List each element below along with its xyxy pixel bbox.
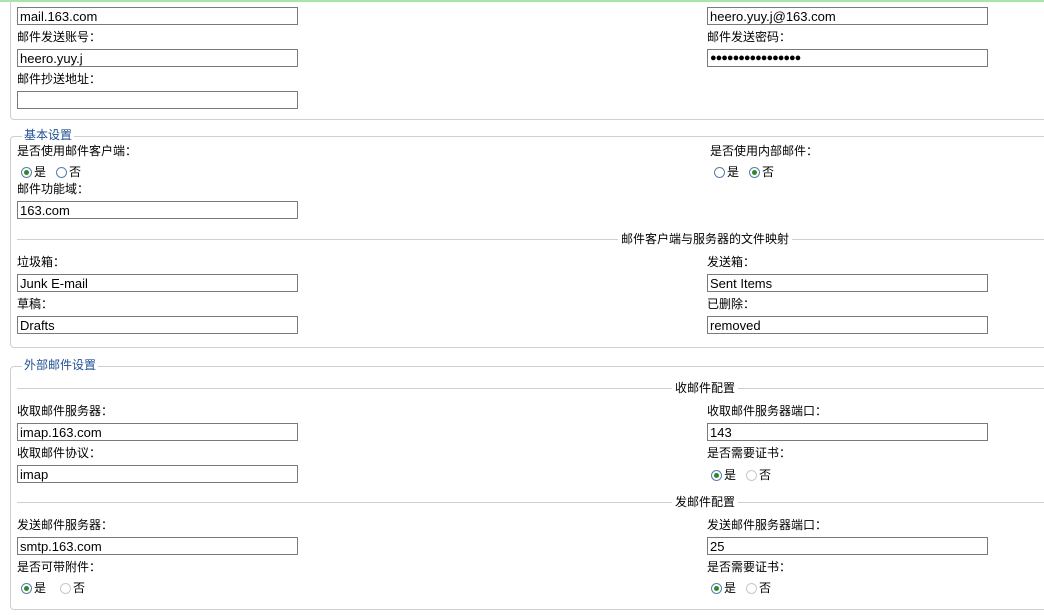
use-internal-radio-group: 是 否 xyxy=(714,165,778,179)
receive-cert-no-label: 否 xyxy=(759,468,772,482)
use-client-label: 是否使用邮件客户端： xyxy=(17,144,138,158)
receive-cert-yes-option[interactable]: 是 xyxy=(711,468,736,482)
drafts-folder-input[interactable] xyxy=(17,316,298,334)
mail-domain-input[interactable] xyxy=(17,201,298,219)
receive-port-label: 收取邮件服务器端口： xyxy=(707,404,828,418)
send-port-label: 发送邮件服务器端口： xyxy=(707,518,828,532)
radio-checked-icon xyxy=(749,166,761,178)
external-settings-legend: 外部邮件设置 xyxy=(22,358,99,372)
send-server-label: 发送邮件服务器： xyxy=(17,518,114,532)
receive-cert-label: 是否需要证书： xyxy=(707,446,792,460)
receive-port-input[interactable] xyxy=(707,423,988,441)
cc-address-input[interactable] xyxy=(17,91,298,109)
use-client-yes-label: 是 xyxy=(34,165,47,179)
smtp-host-input[interactable] xyxy=(17,7,298,25)
mapping-title: 邮件客户端与服务器的文件映射 xyxy=(618,232,793,246)
send-cert-no-label: 否 xyxy=(759,581,772,595)
mapping-separator xyxy=(17,239,1044,240)
sender-email-input[interactable] xyxy=(707,7,988,25)
use-client-yes-option[interactable]: 是 xyxy=(21,165,46,179)
use-internal-yes-label: 是 xyxy=(727,165,740,179)
external-settings-fieldset xyxy=(10,366,1044,610)
attach-no-option[interactable]: 否 xyxy=(60,581,85,595)
radio-unchecked-icon xyxy=(746,469,758,481)
receive-cert-yes-label: 是 xyxy=(724,468,737,482)
send-password-input[interactable] xyxy=(707,49,988,67)
attach-yes-option[interactable]: 是 xyxy=(21,581,46,595)
receive-protocol-input[interactable] xyxy=(17,465,298,483)
radio-checked-icon xyxy=(711,582,722,594)
radio-unchecked-icon xyxy=(56,166,68,178)
send-separator xyxy=(17,502,1044,503)
radio-unchecked-icon xyxy=(746,582,758,594)
send-server-input[interactable] xyxy=(17,537,298,555)
attach-no-label: 否 xyxy=(73,581,86,595)
radio-checked-icon xyxy=(711,469,722,481)
sent-label: 发送箱： xyxy=(707,255,756,269)
drafts-label: 草稿： xyxy=(17,297,54,311)
radio-unchecked-icon xyxy=(60,582,72,594)
send-account-input[interactable] xyxy=(17,49,298,67)
send-config-title: 发邮件配置 xyxy=(672,495,739,509)
junk-folder-input[interactable] xyxy=(17,274,298,292)
receive-server-input[interactable] xyxy=(17,423,298,441)
use-client-no-label: 否 xyxy=(69,165,82,179)
send-port-input[interactable] xyxy=(707,537,988,555)
radio-checked-icon xyxy=(21,582,32,594)
receive-cert-no-option[interactable]: 否 xyxy=(746,468,771,482)
send-cert-label: 是否需要证书： xyxy=(707,560,792,574)
send-cert-yes-label: 是 xyxy=(724,581,737,595)
receive-protocol-label: 收取邮件协议： xyxy=(17,446,102,460)
sent-folder-input[interactable] xyxy=(707,274,988,292)
attach-label: 是否可带附件： xyxy=(17,560,102,574)
use-client-no-option[interactable]: 否 xyxy=(56,165,81,179)
send-cert-yes-option[interactable]: 是 xyxy=(711,581,736,595)
use-internal-no-label: 否 xyxy=(762,165,775,179)
send-password-label: 邮件发送密码： xyxy=(707,30,792,44)
send-cert-no-option[interactable]: 否 xyxy=(746,581,771,595)
receive-config-title: 收邮件配置 xyxy=(672,381,739,395)
use-internal-yes-option[interactable]: 是 xyxy=(714,165,739,179)
send-cert-radio-group: 是 否 xyxy=(711,581,775,595)
deleted-label: 已删除： xyxy=(707,297,756,311)
mail-domain-label: 邮件功能域： xyxy=(17,182,90,196)
junk-label: 垃圾箱： xyxy=(17,255,66,269)
attach-radio-group: 是 否 xyxy=(21,581,89,595)
send-account-label: 邮件发送账号： xyxy=(17,30,102,44)
receive-server-label: 收取邮件服务器： xyxy=(17,404,114,418)
radio-unchecked-icon xyxy=(714,166,725,178)
receive-separator xyxy=(17,388,1044,389)
use-client-radio-group: 是 否 xyxy=(21,165,85,179)
use-internal-no-option[interactable]: 否 xyxy=(749,165,774,179)
use-internal-label: 是否使用内部邮件： xyxy=(710,144,819,158)
attach-yes-label: 是 xyxy=(34,581,47,595)
basic-settings-legend: 基本设置 xyxy=(22,128,75,142)
radio-checked-icon xyxy=(21,166,32,178)
deleted-folder-input[interactable] xyxy=(707,316,988,334)
receive-cert-radio-group: 是 否 xyxy=(711,468,775,482)
cc-address-label: 邮件抄送地址： xyxy=(17,72,102,86)
